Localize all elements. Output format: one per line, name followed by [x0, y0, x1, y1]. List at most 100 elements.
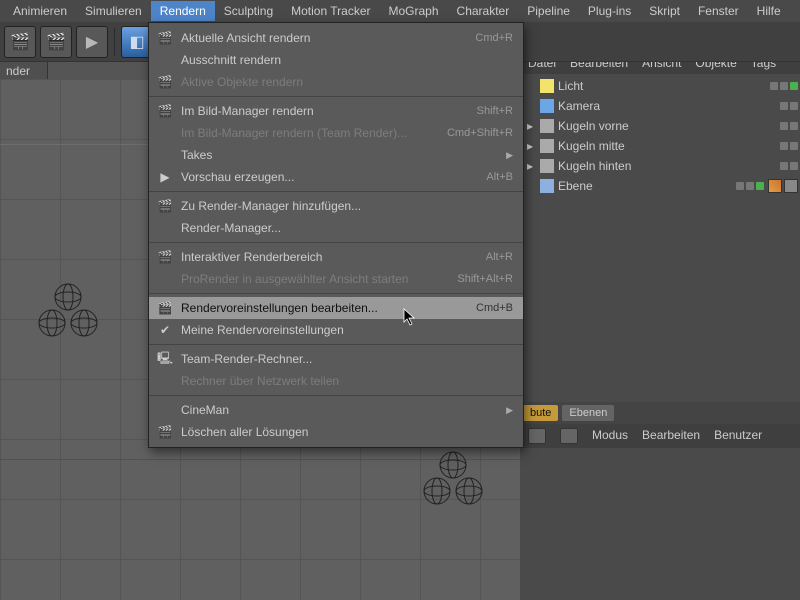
- menuitem[interactable]: Render-Manager...: [149, 217, 523, 239]
- expand-toggle-icon[interactable]: ▸: [524, 159, 536, 173]
- menu-rendern[interactable]: Rendern: [151, 1, 215, 21]
- menuitem-label: Löschen aller Lösungen: [175, 425, 513, 439]
- menuitem[interactable]: 🎬Zu Render-Manager hinzufügen...: [149, 195, 523, 217]
- menuitem-label: Aktive Objekte rendern: [175, 75, 513, 89]
- menuitem-label: Ausschnitt rendern: [175, 53, 513, 67]
- irr-icon: 🎬: [155, 250, 175, 264]
- menuitem-label: Zu Render-Manager hinzufügen...: [175, 199, 513, 213]
- shortcut-label: Cmd+R: [463, 32, 513, 44]
- menuitem[interactable]: Ausschnitt rendern: [149, 49, 523, 71]
- gear-icon: 🎬: [155, 301, 175, 315]
- menu-fenster[interactable]: Fenster: [689, 1, 748, 21]
- nav-fwd-icon[interactable]: [560, 428, 578, 444]
- expand-toggle-icon[interactable]: ▸: [524, 119, 536, 133]
- attr-menu-benutzer[interactable]: Benutzer: [714, 428, 762, 444]
- object-row[interactable]: ▸Kugeln vorne: [524, 116, 798, 136]
- shortcut-label: Cmd+B: [464, 302, 513, 314]
- clapper-icon: 🎬: [155, 31, 175, 45]
- nav-back-icon[interactable]: [528, 428, 546, 444]
- object-manager-list: LichtKamera▸Kugeln vorne▸Kugeln mitte▸Ku…: [520, 74, 800, 202]
- null-icon: [540, 139, 554, 153]
- menuitem[interactable]: CineMan▶: [149, 399, 523, 421]
- object-row[interactable]: Kamera: [524, 96, 798, 116]
- visibility-dots[interactable]: [780, 142, 798, 150]
- attribute-submenu: Modus Bearbeiten Benutzer: [520, 424, 800, 448]
- menuitem[interactable]: 🎬Im Bild-Manager rendernShift+R: [149, 100, 523, 122]
- visibility-dots[interactable]: [780, 162, 798, 170]
- object-name: Kamera: [558, 99, 776, 113]
- object-name: Ebene: [558, 179, 732, 193]
- render-menu-dropdown: 🎬Aktuelle Ansicht rendernCmd+RAusschnitt…: [148, 22, 524, 448]
- shortcut-label: Alt+B: [474, 171, 513, 183]
- visibility-dots[interactable]: [780, 122, 798, 130]
- render-manager-button[interactable]: ▶: [76, 26, 108, 58]
- menu-plug-ins[interactable]: Plug-ins: [579, 1, 640, 21]
- menuitem-label: Aktuelle Ansicht rendern: [175, 31, 463, 45]
- menu-sculpting[interactable]: Sculpting: [215, 1, 282, 21]
- tab-label-partial: nder: [0, 62, 48, 80]
- menuitem-label: Vorschau erzeugen...: [175, 170, 474, 184]
- wireframe-cluster: [33, 283, 103, 347]
- clapper-dim-icon: 🎬: [155, 75, 175, 89]
- expand-toggle-icon[interactable]: ▸: [524, 139, 536, 153]
- object-row[interactable]: ▸ Kugeln mitte: [524, 136, 798, 156]
- shortcut-label: Shift+Alt+R: [445, 273, 513, 285]
- menuitem: 🎬Aktive Objekte rendern: [149, 71, 523, 93]
- menuitem-label: Meine Rendervoreinstellungen: [175, 323, 513, 337]
- menuitem: ProRender in ausgewählter Ansicht starte…: [149, 268, 523, 290]
- menu-motion tracker[interactable]: Motion Tracker: [282, 1, 379, 21]
- menuitem[interactable]: Takes▶: [149, 144, 523, 166]
- menuitem[interactable]: ▶Vorschau erzeugen...Alt+B: [149, 166, 523, 188]
- plane-icon: [540, 179, 554, 193]
- menu-pipeline[interactable]: Pipeline: [518, 1, 579, 21]
- wireframe-cluster: [418, 451, 488, 515]
- attr-tab-bute[interactable]: bute: [523, 405, 558, 421]
- object-name: Licht: [558, 79, 766, 93]
- light-icon: [540, 79, 554, 93]
- net-icon: 🖳: [155, 349, 175, 370]
- menuitem[interactable]: ✔Meine Rendervoreinstellungen: [149, 319, 523, 341]
- object-name: Kugeln mitte: [558, 139, 776, 153]
- pic-icon: 🎬: [155, 104, 175, 118]
- visibility-dots[interactable]: [770, 82, 798, 90]
- menuitem-label: Team-Render-Rechner...: [175, 352, 513, 366]
- menu-simulieren[interactable]: Simulieren: [76, 1, 151, 21]
- menuitem: Rechner über Netzwerk teilen: [149, 370, 523, 392]
- submenu-arrow-icon: ▶: [496, 150, 513, 161]
- menuitem-label: Takes: [175, 148, 496, 162]
- menu-animieren[interactable]: Animieren: [4, 1, 76, 21]
- menuitem[interactable]: 🎬Aktuelle Ansicht rendernCmd+R: [149, 27, 523, 49]
- menuitem[interactable]: 🖳Team-Render-Rechner...: [149, 348, 523, 370]
- render-view-button[interactable]: 🎬: [4, 26, 36, 58]
- menuitem-label: CineMan: [175, 403, 496, 417]
- shortcut-label: Cmd+Shift+R: [435, 127, 513, 139]
- menu-skript[interactable]: Skript: [640, 1, 689, 21]
- menuitem-label: Rendervoreinstellungen bearbeiten...: [175, 301, 464, 315]
- menuitem[interactable]: 🎬Interaktiver RenderbereichAlt+R: [149, 246, 523, 268]
- menuitem-label: Render-Manager...: [175, 221, 513, 235]
- menuitem[interactable]: 🎬Löschen aller Lösungen: [149, 421, 523, 443]
- object-name: Kugeln hinten: [558, 159, 776, 173]
- menuitem: Im Bild-Manager rendern (Team Render)...…: [149, 122, 523, 144]
- attr-menu-bearbeiten[interactable]: Bearbeiten: [642, 428, 700, 444]
- visibility-dots[interactable]: [736, 182, 764, 190]
- object-row[interactable]: Ebene: [524, 176, 798, 196]
- flush-icon: 🎬: [155, 425, 175, 439]
- object-row[interactable]: Licht: [524, 76, 798, 96]
- check-icon: ✔: [155, 323, 175, 337]
- render-region-button[interactable]: 🎬: [40, 26, 72, 58]
- menu-charakter[interactable]: Charakter: [448, 1, 519, 21]
- menu-hilfe[interactable]: Hilfe: [748, 1, 790, 21]
- attr-tab-ebenen[interactable]: Ebenen: [562, 405, 614, 421]
- menuitem[interactable]: 🎬Rendervoreinstellungen bearbeiten...Cmd…: [149, 297, 523, 319]
- menuitem-label: Im Bild-Manager rendern: [175, 104, 465, 118]
- attr-menu-modus[interactable]: Modus: [592, 428, 628, 444]
- menu-mograph[interactable]: MoGraph: [380, 1, 448, 21]
- object-tags[interactable]: [768, 179, 798, 193]
- object-row[interactable]: ▸ Kugeln hinten: [524, 156, 798, 176]
- shortcut-label: Alt+R: [474, 251, 513, 263]
- cursor-pointer: [403, 308, 417, 329]
- camera-icon: [540, 99, 554, 113]
- play-icon: ▶: [155, 170, 175, 184]
- visibility-dots[interactable]: [780, 102, 798, 110]
